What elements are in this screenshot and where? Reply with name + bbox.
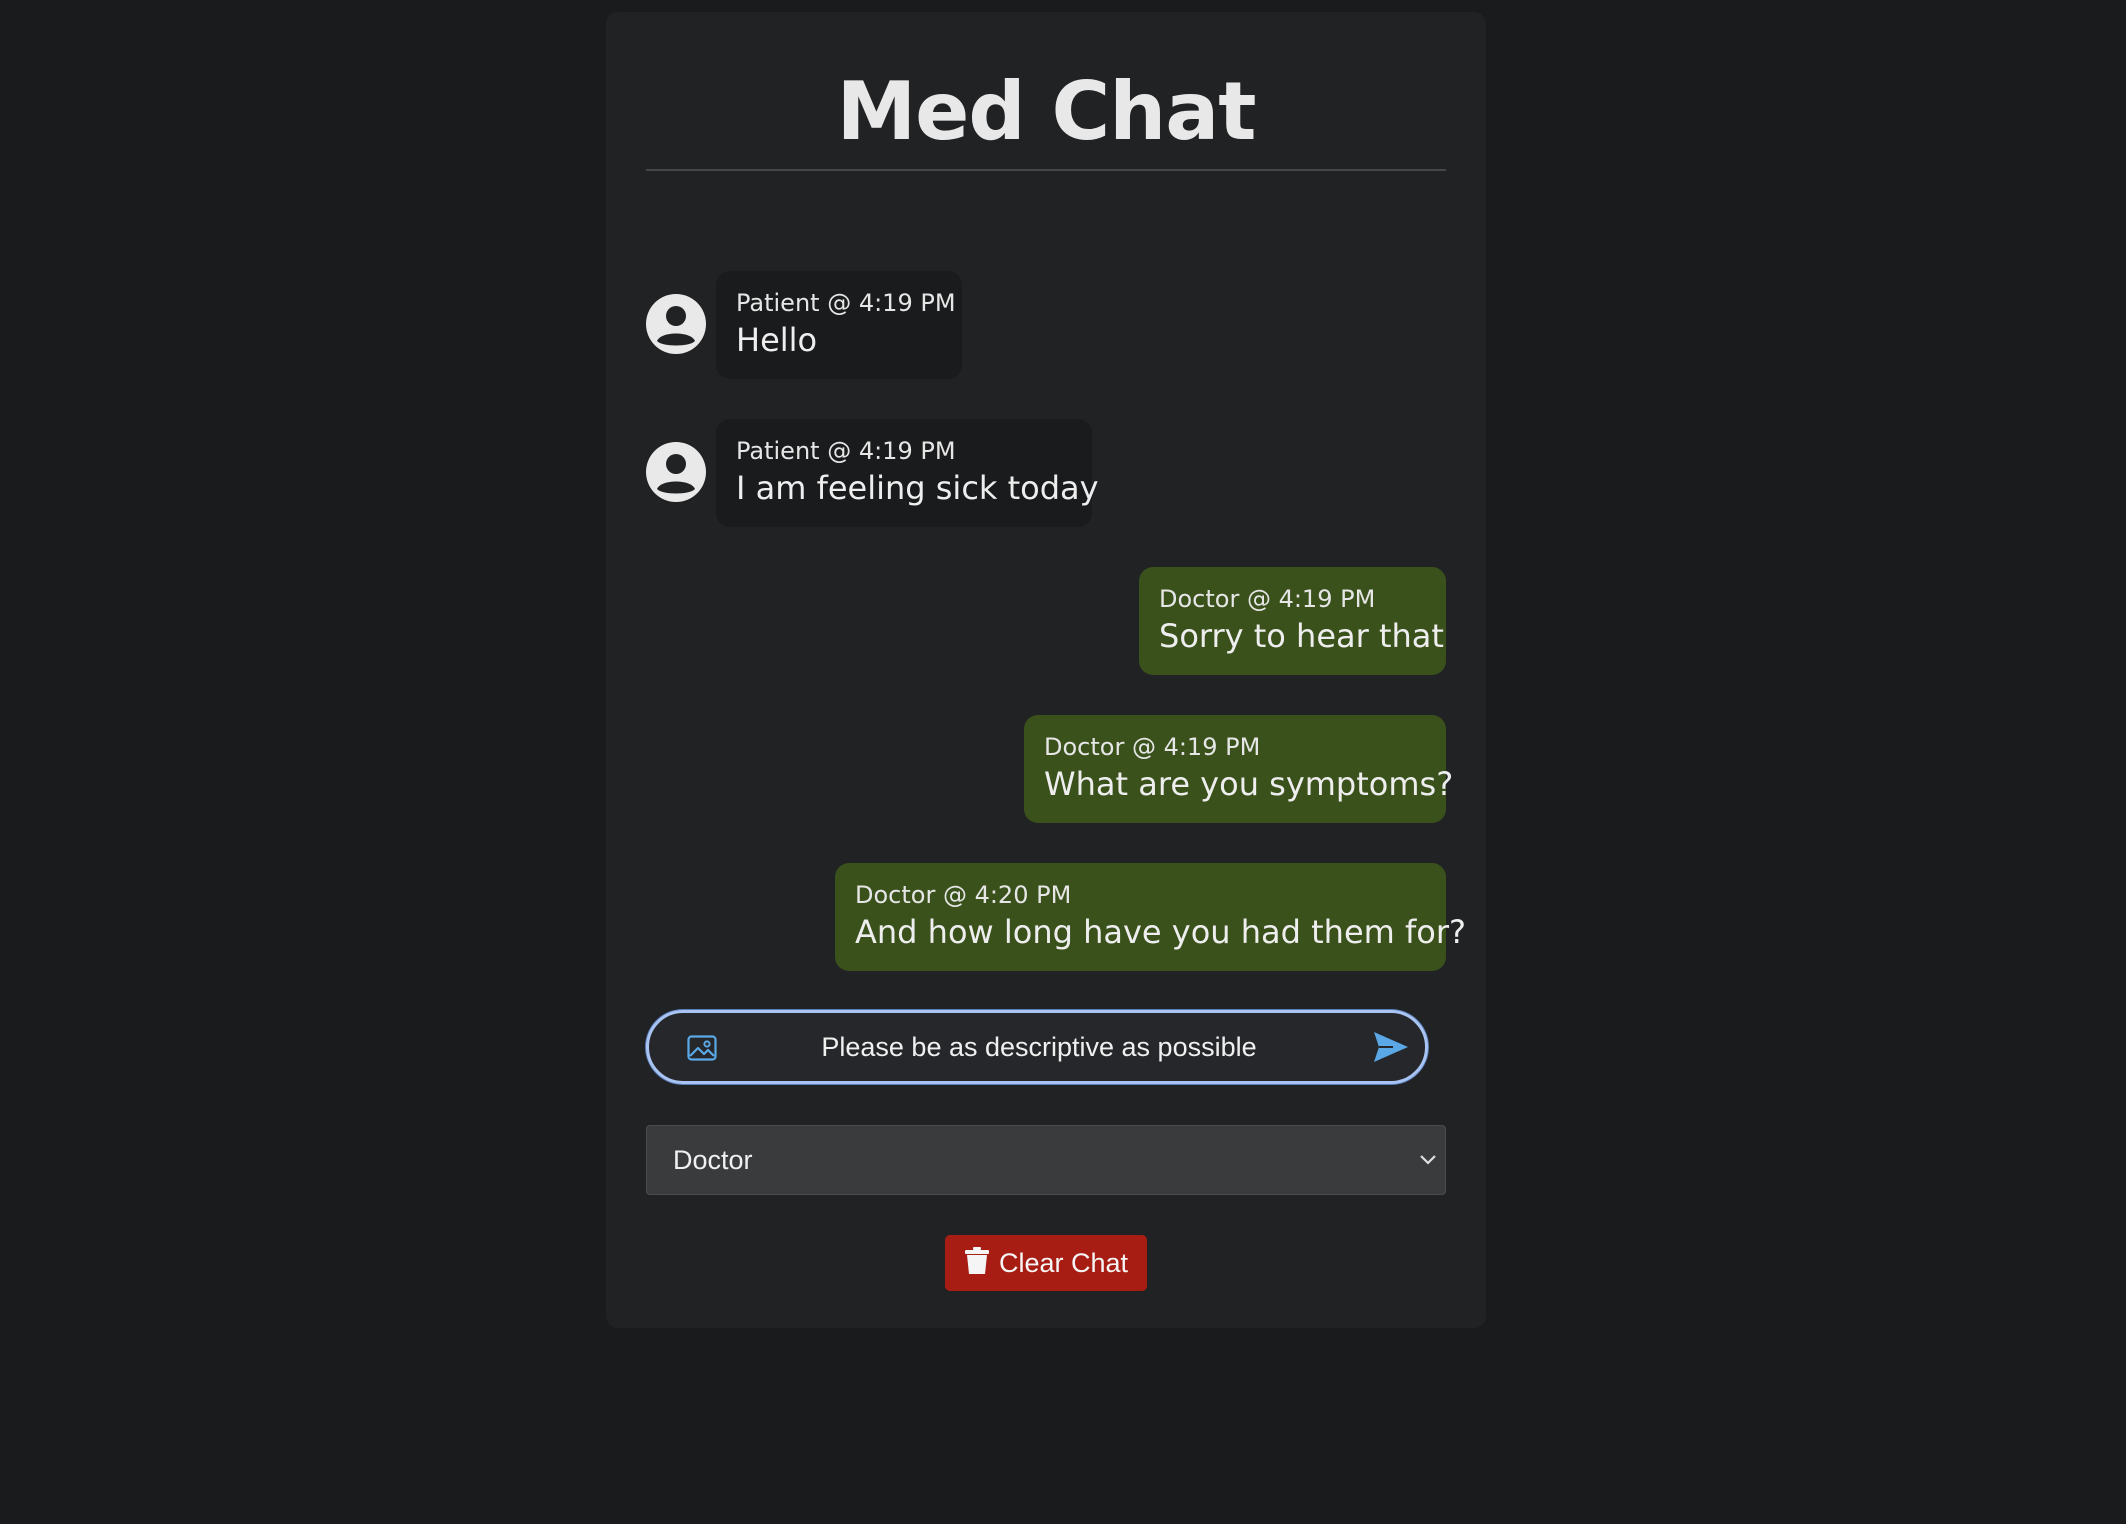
message-text: I am feeling sick today (736, 469, 1099, 507)
message-patient: Patient @ 4:19 PM Hello (716, 271, 962, 379)
message-doctor: Doctor @ 4:20 PM And how long have you h… (835, 863, 1466, 971)
message-patient: Patient @ 4:19 PM I am feeling sick toda… (716, 419, 1099, 527)
message-meta: Patient @ 4:19 PM (736, 437, 956, 465)
message-text: What are you symptoms? (1044, 765, 1454, 803)
message-text: And how long have you had them for? (855, 913, 1466, 951)
user-avatar-icon (646, 442, 706, 502)
message-input[interactable] (749, 1021, 1329, 1073)
message-composer (646, 1010, 1428, 1084)
role-select[interactable]: Doctor (646, 1125, 1446, 1195)
message-doctor: Doctor @ 4:19 PM Sorry to hear that (1139, 567, 1446, 675)
user-avatar-icon (646, 294, 706, 354)
message-meta: Patient @ 4:19 PM (736, 289, 956, 317)
message-text: Hello (736, 321, 818, 359)
message-meta: Doctor @ 4:20 PM (855, 881, 1072, 909)
page-title: Med Chat (836, 65, 1257, 158)
trash-icon (965, 1247, 989, 1274)
send-icon[interactable] (1373, 1031, 1409, 1063)
role-select-value: Doctor (673, 1145, 753, 1175)
chevron-down-icon (1420, 1155, 1436, 1165)
message-meta: Doctor @ 4:19 PM (1159, 585, 1376, 613)
message-meta: Doctor @ 4:19 PM (1044, 733, 1261, 761)
message-text: Sorry to hear that (1159, 617, 1444, 655)
message-doctor: Doctor @ 4:19 PM What are you symptoms? (1024, 715, 1454, 823)
chat-panel: Med Chat Patient @ 4:19 PM Hello Patient… (606, 12, 1486, 1328)
clear-chat-label: Clear Chat (999, 1248, 1129, 1278)
clear-chat-button[interactable]: Clear Chat (945, 1235, 1147, 1291)
image-icon[interactable] (687, 1035, 717, 1061)
title-divider (646, 169, 1446, 171)
